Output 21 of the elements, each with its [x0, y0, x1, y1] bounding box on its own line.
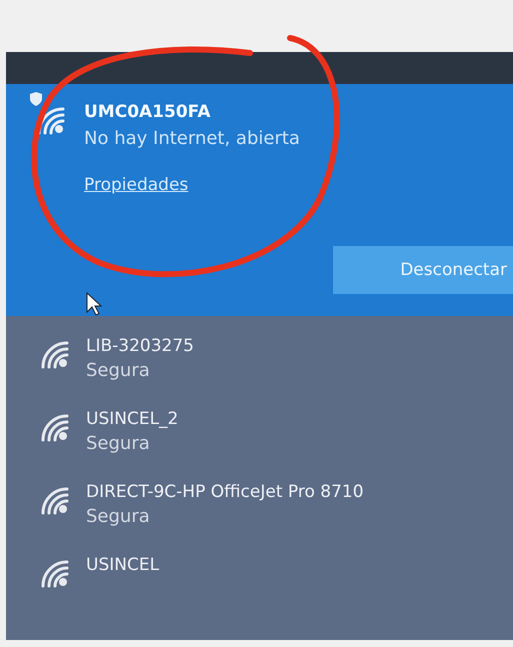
wifi-icon: [40, 559, 70, 589]
mouse-pointer-icon: [86, 292, 102, 316]
network-name: USINCEL_2: [86, 409, 178, 429]
wifi-icon: [40, 340, 70, 370]
network-item[interactable]: USINCEL: [40, 555, 513, 589]
network-status: Segura: [86, 433, 151, 454]
network-item[interactable]: USINCEL_2 Segura: [40, 409, 513, 454]
properties-link[interactable]: Propiedades: [84, 175, 188, 195]
network-name: USINCEL: [86, 555, 160, 575]
wifi-icon: [40, 413, 70, 443]
network-item[interactable]: LIB-3203275 Segura: [40, 336, 513, 381]
network-status: No hay Internet, abierta: [84, 128, 300, 149]
shield-icon: [30, 92, 42, 106]
network-status: Segura: [86, 506, 151, 527]
network-name: DIRECT-9C-HP OfficeJet Pro 8710: [86, 482, 364, 502]
network-name: LIB-3203275: [86, 336, 194, 356]
wifi-icon: [40, 486, 70, 516]
network-item[interactable]: DIRECT-9C-HP OfficeJet Pro 8710 Segura: [40, 482, 513, 527]
network-status: Segura: [86, 360, 151, 381]
disconnect-button[interactable]: Desconectar: [333, 246, 513, 294]
network-name: UMC0A150FA: [84, 102, 212, 122]
